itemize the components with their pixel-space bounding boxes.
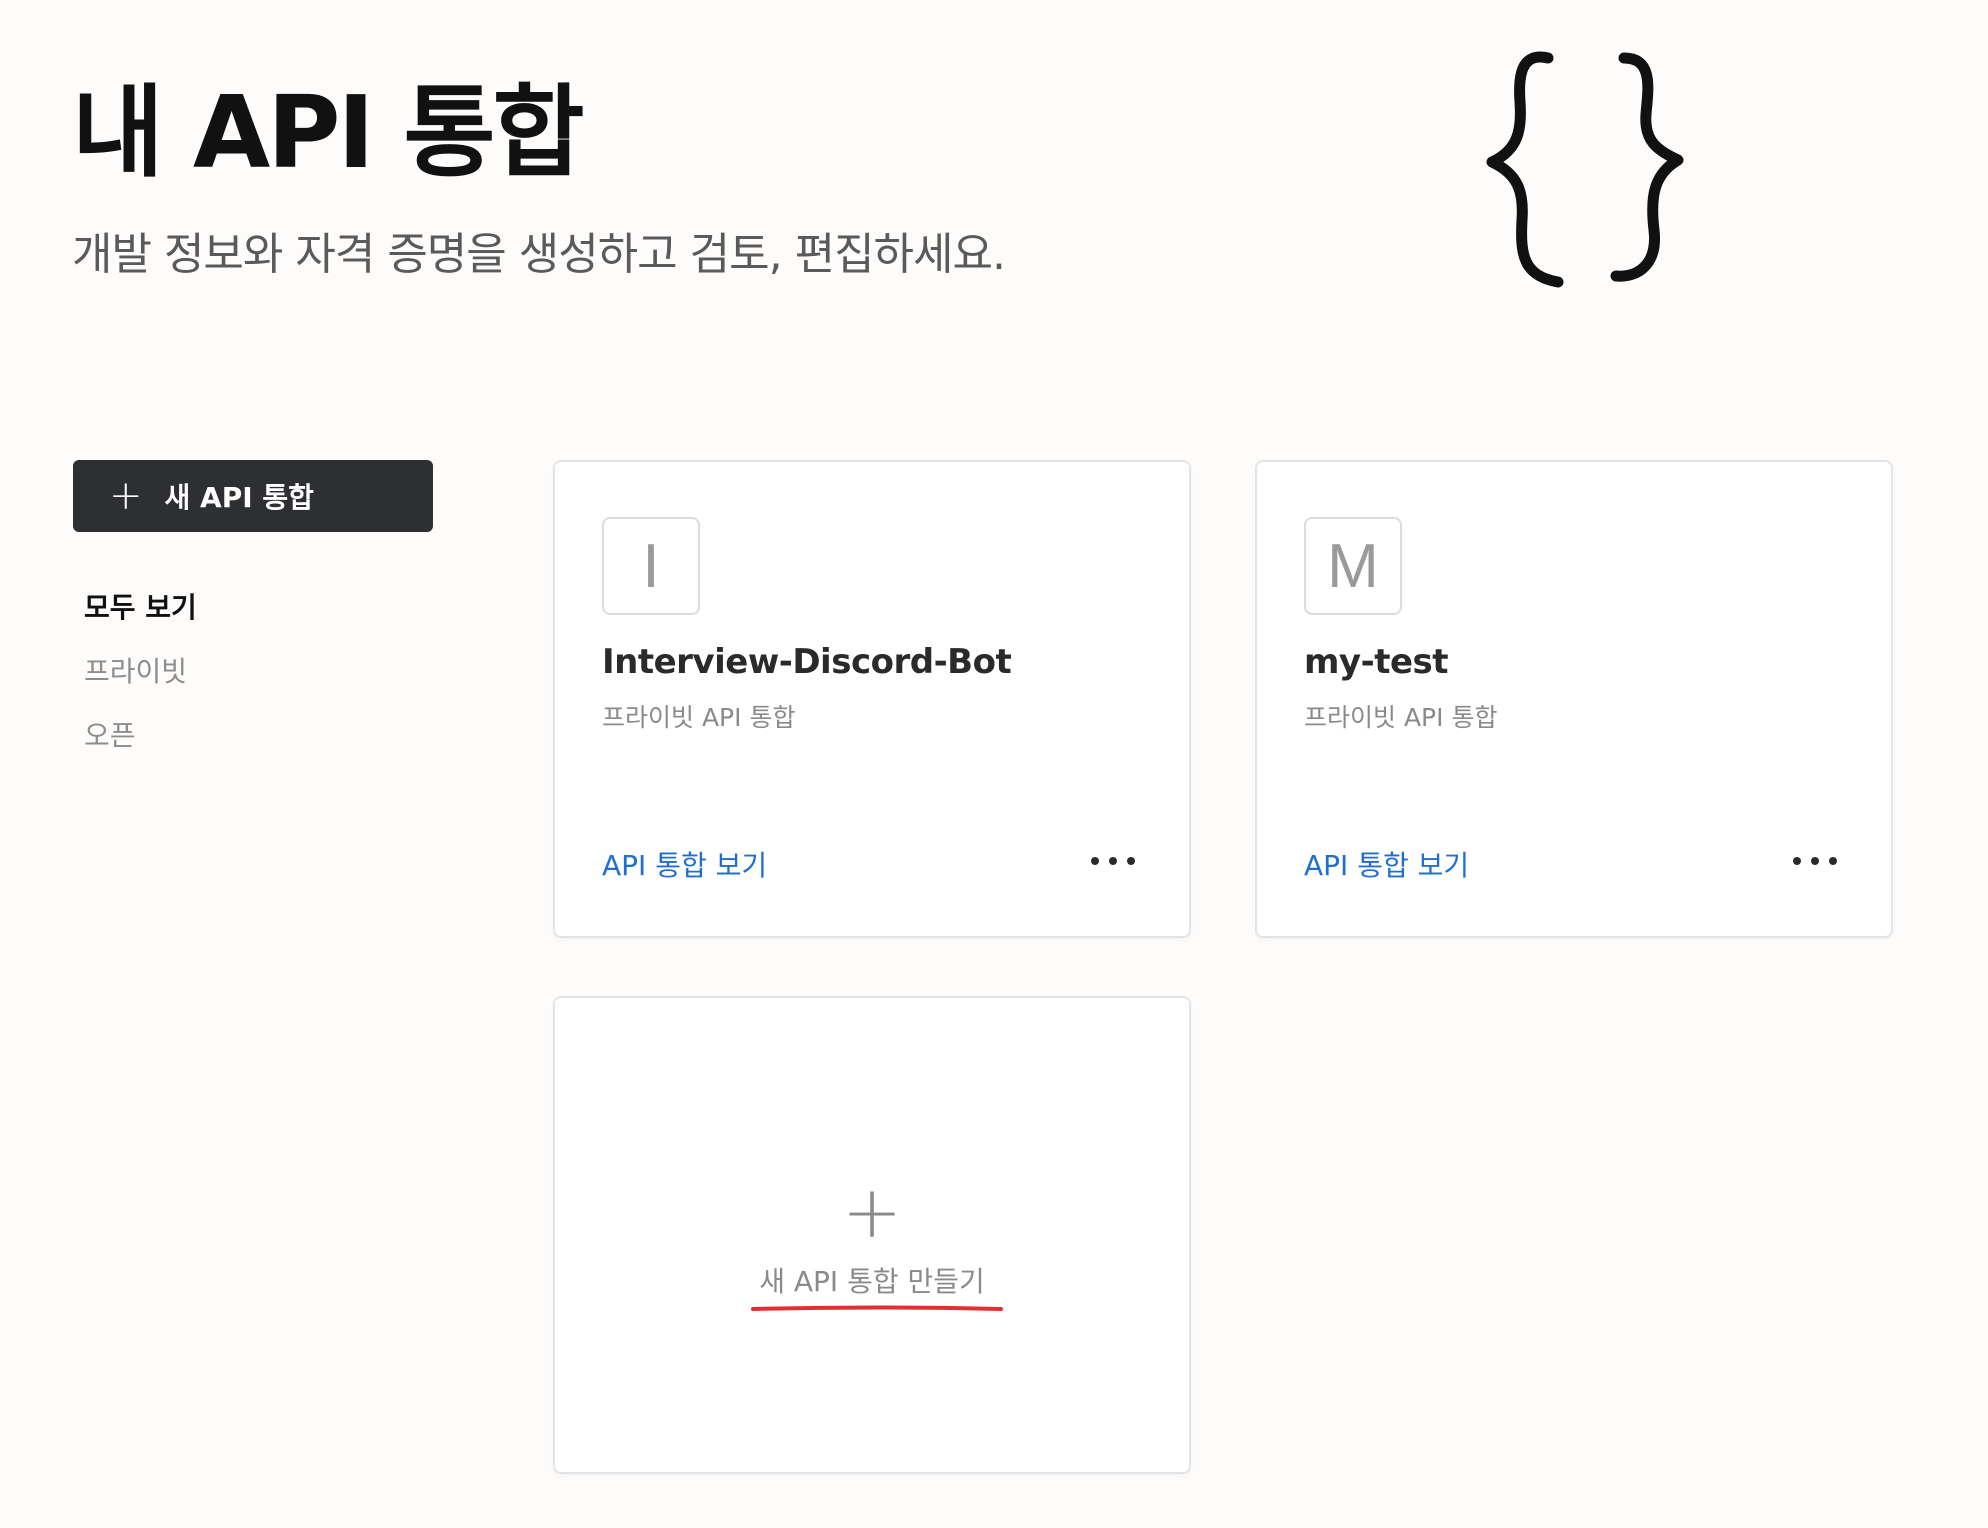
create-integration-label: 새 API 통합 만들기 <box>759 1265 985 1298</box>
filter-list: 모두 보기 프라이빗 오픈 <box>84 588 197 780</box>
integration-card: M my-test 프라이빗 API 통합 API 통합 보기 <box>1255 460 1893 938</box>
view-integration-link[interactable]: API 통합 보기 <box>602 844 767 884</box>
filter-all[interactable]: 모두 보기 <box>84 588 197 652</box>
plus-icon: + <box>841 1170 903 1254</box>
integration-name: Interview-Discord-Bot <box>602 642 1012 682</box>
create-integration-card[interactable]: + 새 API 통합 만들기 <box>553 996 1191 1474</box>
integration-card: I Interview-Discord-Bot 프라이빗 API 통합 API … <box>553 460 1191 938</box>
more-horizontal-icon[interactable] <box>1793 846 1837 876</box>
integration-avatar: I <box>602 517 700 615</box>
red-underline-annotation <box>751 1305 1003 1311</box>
page-subtitle: 개발 정보와 자격 증명을 생성하고 검토, 편집하세요. <box>72 229 1006 280</box>
new-integration-button[interactable]: + 새 API 통합 <box>73 460 433 532</box>
filter-open[interactable]: 오픈 <box>84 716 197 780</box>
integration-name: my-test <box>1304 642 1449 682</box>
filter-private[interactable]: 프라이빗 <box>84 652 197 716</box>
integration-type: 프라이빗 API 통합 <box>1304 703 1498 732</box>
page-title: 내 API 통합 <box>72 74 585 191</box>
view-integration-link[interactable]: API 통합 보기 <box>1304 844 1469 884</box>
create-integration-button[interactable]: + 새 API 통합 만들기 <box>555 998 1189 1472</box>
curly-braces-icon <box>1486 51 1684 288</box>
more-horizontal-icon[interactable] <box>1091 846 1135 876</box>
new-integration-label: 새 API 통합 <box>164 481 314 514</box>
plus-icon: + <box>109 473 143 519</box>
integration-avatar: M <box>1304 517 1402 615</box>
integration-type: 프라이빗 API 통합 <box>602 703 796 732</box>
